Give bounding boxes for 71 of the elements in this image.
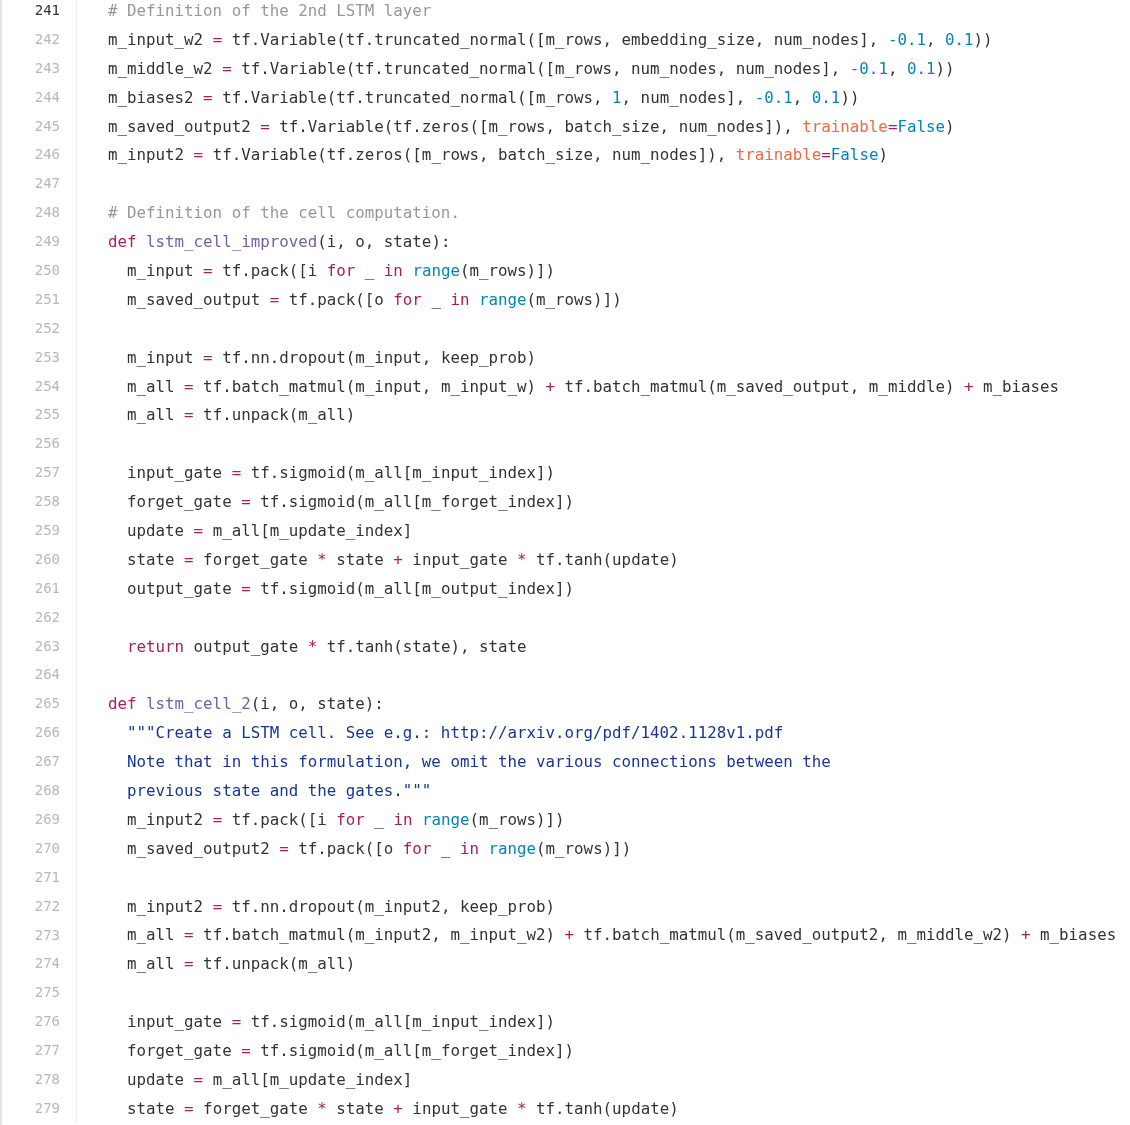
code-line: m_input = tf.nn.dropout(m_input, keep_prob) — [126, 347, 536, 367]
line-number: 277 — [2, 1036, 77, 1065]
code-line: input_gate = tf.sigmoid(m_all[m_input_index]) — [126, 463, 555, 483]
code-line: m_input = tf.pack([i for _ in range(m_rows)]) — [126, 260, 556, 280]
code-line: forget_gate = tf.sigmoid(m_all[m_forget_index]) — [126, 1041, 575, 1060]
line-number: 270 — [2, 833, 77, 863]
line-number: 249 — [2, 227, 77, 256]
line-number: 264 — [2, 660, 77, 690]
code-line: m_biases2 = tf.Variable(tf.truncated_normal([m_rows, 1, num_nodes], -0.1, 0.1)) — [108, 87, 860, 107]
line-number: 265 — [2, 689, 77, 719]
code-line: input_gate = tf.sigmoid(m_all[m_input_index]) — [126, 1012, 555, 1032]
code-line: m_input2 = tf.Variable(tf.zeros([m_rows, batch_size, num_nodes]), trainable=False) — [108, 145, 888, 165]
code-line: def lstm_cell_improved(i, o, state): — [108, 232, 451, 252]
line-number: 257 — [2, 458, 77, 488]
code-line: m_saved_output2 = tf.Variable(tf.zeros([m_rows, batch_size, num_nodes]), trainable=False) — [108, 116, 955, 136]
code-line: m_all = tf.batch_matmul(m_input2, m_input_w2) + tf.batch_matmul(m_saved_output2, m_middle_w2) + m_biases — [126, 925, 1117, 945]
code-line: m_saved_output = tf.pack([o for _ in range(m_rows)]) — [126, 289, 622, 309]
line-number: 246 — [2, 140, 77, 170]
line-number: 262 — [2, 602, 77, 632]
line-number: 241 — [2, 0, 77, 25]
line-number: 247 — [2, 169, 77, 199]
line-number: 252 — [2, 313, 77, 343]
line-number: 263 — [2, 631, 77, 661]
line-number: 267 — [2, 747, 77, 777]
line-number: 279 — [2, 1093, 77, 1123]
line-number: 275 — [2, 978, 77, 1008]
code-line: update = m_all[m_update_index] — [126, 520, 413, 540]
line-number: 254 — [2, 371, 77, 401]
line-number: 271 — [2, 862, 77, 892]
code-line: """Create a LSTM cell. See e.g.: http://arxiv.org/pdf/1402.1128v1.pdf — [126, 723, 784, 743]
line-number: 272 — [2, 891, 77, 921]
line-number: 273 — [2, 920, 77, 950]
code-line: def lstm_cell_2(i, o, state): — [108, 694, 384, 714]
code-line: m_all = tf.batch_matmul(m_input, m_input_w) + tf.batch_matmul(m_saved_output, m_middle) + m_biases — [126, 376, 1060, 396]
code-line: update = m_all[m_update_index] — [126, 1069, 413, 1089]
line-number: 244 — [2, 82, 77, 112]
line-number: 250 — [2, 256, 77, 285]
line-number: 274 — [2, 949, 77, 979]
line-number: 278 — [2, 1064, 77, 1094]
line-number: 242 — [2, 24, 77, 54]
line-number: 248 — [2, 198, 77, 228]
code-line: previous state and the gates.""" — [126, 781, 432, 800]
code-line: state = forget_gate * state + input_gate * tf.tanh(update) — [126, 549, 679, 569]
line-number: 276 — [2, 1007, 77, 1037]
line-number: 243 — [2, 53, 77, 83]
code-line: forget_gate = tf.sigmoid(m_all[m_forget_index]) — [126, 492, 575, 512]
code-line: m_all = tf.unpack(m_all) — [126, 405, 356, 425]
code-line: # Definition of the cell computation. — [108, 203, 460, 223]
line-number: 266 — [2, 718, 77, 748]
code-line: state = forget_gate * state + input_gate * tf.tanh(update) — [126, 1098, 679, 1118]
line-number: 255 — [2, 400, 77, 430]
code-line: m_input_w2 = tf.Variable(tf.truncated_normal([m_rows, embedding_size, num_nodes], -0.1, 0.1)) — [108, 29, 993, 49]
code-line: m_saved_output2 = tf.pack([o for _ in range(m_rows)]) — [126, 838, 632, 858]
code-line: return output_gate * tf.tanh(state), state — [126, 636, 527, 656]
code-line: # Definition of the 2nd LSTM layer — [108, 0, 432, 20]
code-line: m_middle_w2 = tf.Variable(tf.truncated_normal([m_rows, num_nodes, num_nodes], -0.1, 0.1)) — [108, 58, 955, 78]
line-number: 253 — [2, 342, 77, 372]
code-line: m_input2 = tf.nn.dropout(m_input2, keep_prob) — [126, 896, 555, 916]
line-number: 259 — [2, 516, 77, 545]
line-number: 269 — [2, 804, 77, 834]
line-number: 268 — [2, 776, 77, 805]
line-number: 256 — [2, 429, 77, 459]
line-number: 245 — [2, 111, 77, 141]
line-number: 258 — [2, 487, 77, 517]
line-number: 251 — [2, 284, 77, 314]
code-line: m_input2 = tf.pack([i for _ in range(m_rows)]) — [126, 809, 565, 829]
line-number: 261 — [2, 573, 77, 603]
line-number: 260 — [2, 544, 77, 574]
code-line: m_all = tf.unpack(m_all) — [126, 954, 356, 974]
code-line: Note that in this formulation, we omit the various connections between the — [126, 752, 831, 772]
code-line: output_gate = tf.sigmoid(m_all[m_output_index]) — [126, 578, 575, 598]
